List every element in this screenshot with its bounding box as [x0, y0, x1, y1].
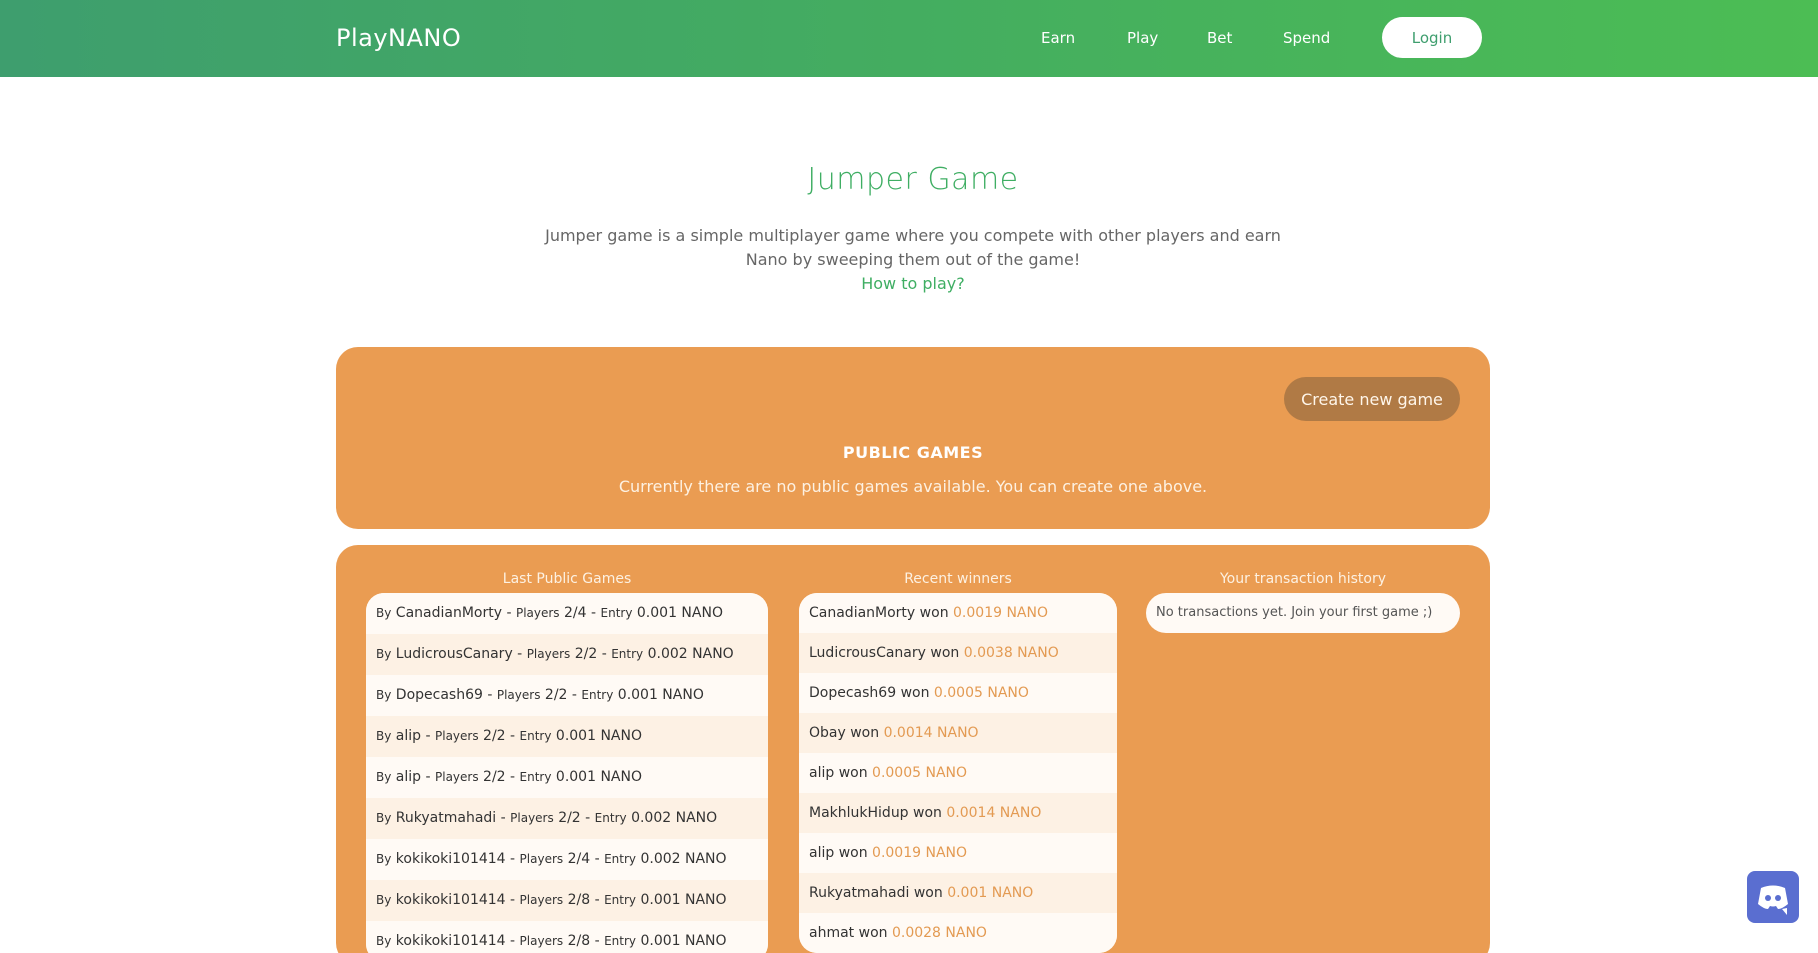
public-games-empty-message: Currently there are no public games avai… [618, 477, 1208, 496]
winner-row: alip won 0.0019 NANO [799, 833, 1117, 873]
last-game-row[interactable]: By kokikoki101414 - Players 2/8 - Entry … [366, 880, 768, 921]
transaction-history-title: Your transaction history [1219, 571, 1387, 587]
nav-bet[interactable]: Bet [1207, 29, 1232, 47]
last-game-row[interactable]: By kokikoki101414 - Players 2/8 - Entry … [366, 921, 768, 953]
login-button[interactable]: Login [1382, 17, 1482, 58]
top-navbar: PlayNANO Earn Play Bet Spend Login [0, 0, 1818, 77]
last-game-row[interactable]: By alip - Players 2/2 - Entry 0.001 NANO [366, 757, 768, 798]
last-game-row[interactable]: By kokikoki101414 - Players 2/4 - Entry … [366, 839, 768, 880]
recent-winners-title: Recent winners [904, 571, 1012, 587]
winner-row: Rukyatmahadi won 0.001 NANO [799, 873, 1117, 913]
description-line-2: Nano by sweeping them out of the game! [745, 250, 1081, 269]
nav-spend[interactable]: Spend [1283, 29, 1330, 47]
recent-winners-list: CanadianMorty won 0.0019 NANO LudicrousC… [799, 593, 1117, 953]
how-to-play-link[interactable]: How to play? [0, 274, 1818, 293]
winner-row: ahmat won 0.0028 NANO [799, 913, 1117, 953]
discord-button[interactable] [1747, 871, 1799, 923]
game-description: Jumper game is a simple multiplayer game… [528, 224, 1298, 272]
winner-row: Dopecash69 won 0.0005 NANO [799, 673, 1117, 713]
winner-row: alip won 0.0005 NANO [799, 753, 1117, 793]
discord-icon [1758, 885, 1788, 915]
transaction-history-empty: No transactions yet. Join your first gam… [1146, 593, 1460, 633]
winner-row: LudicrousCanary won 0.0038 NANO [799, 633, 1117, 673]
brand-logo[interactable]: PlayNANO [336, 24, 461, 52]
last-public-games-list: By CanadianMorty - Players 2/4 - Entry 0… [366, 593, 768, 953]
nav-earn[interactable]: Earn [1041, 29, 1075, 47]
description-line-1: Jumper game is a simple multiplayer game… [545, 226, 1281, 245]
public-games-panel: Create new game PUBLIC GAMES Currently t… [336, 347, 1490, 529]
create-new-game-button[interactable]: Create new game [1284, 377, 1460, 421]
last-game-row[interactable]: By Dopecash69 - Players 2/2 - Entry 0.00… [366, 675, 768, 716]
nav-play[interactable]: Play [1127, 29, 1158, 47]
winner-row: Obay won 0.0014 NANO [799, 713, 1117, 753]
last-game-row[interactable]: By LudicrousCanary - Players 2/2 - Entry… [366, 634, 768, 675]
page-title: Jumper Game [807, 162, 1019, 197]
public-games-title: PUBLIC GAMES [842, 443, 984, 462]
winner-row: MakhlukHidup won 0.0014 NANO [799, 793, 1117, 833]
winner-row: CanadianMorty won 0.0019 NANO [799, 593, 1117, 633]
last-game-row[interactable]: By alip - Players 2/2 - Entry 0.001 NANO [366, 716, 768, 757]
last-game-row[interactable]: By CanadianMorty - Players 2/4 - Entry 0… [366, 593, 768, 634]
last-public-games-title: Last Public Games [502, 571, 632, 587]
last-game-row[interactable]: By Rukyatmahadi - Players 2/2 - Entry 0.… [366, 798, 768, 839]
game-lists-panel: Last Public Games By CanadianMorty - Pla… [336, 545, 1490, 953]
